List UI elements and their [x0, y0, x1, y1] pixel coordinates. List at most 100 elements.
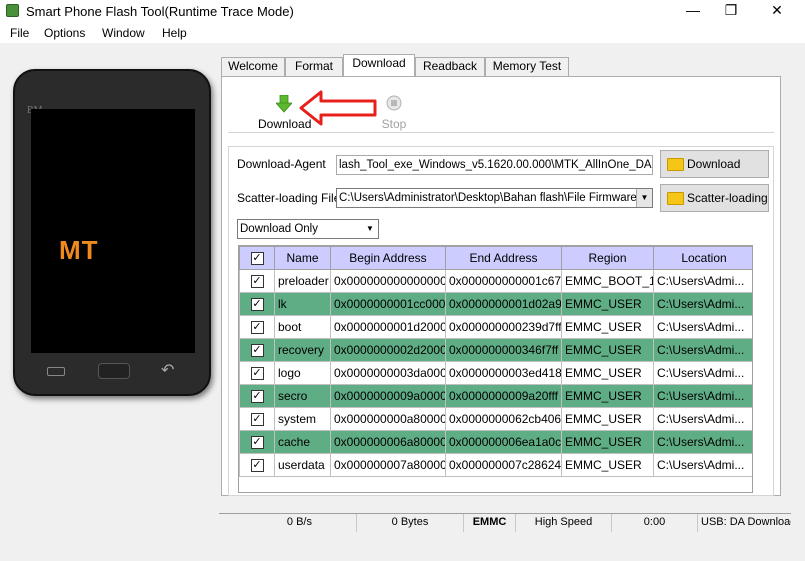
cell-location[interactable]: C:\Users\Admi...: [653, 361, 752, 385]
tab-download[interactable]: Download: [343, 54, 415, 76]
select-all-checkbox[interactable]: ✓: [239, 246, 275, 270]
cell-name: lk: [274, 292, 331, 316]
toolbar-divider: [228, 132, 774, 133]
table-row[interactable]: ✓ lk 0x0000000001cc0000 0x0000000001d02a…: [239, 292, 752, 316]
cell-end-address: 0x0000000001d02a97: [445, 292, 562, 316]
cell-end-address: 0x000000000001c67f: [445, 269, 562, 293]
table-row[interactable]: ✓ userdata 0x000000007a800000 0x00000000…: [239, 453, 752, 477]
cell-begin-address: 0x0000000009a00000: [330, 384, 446, 408]
column-header-name: Name: [274, 246, 331, 270]
phone-home-icon: [98, 363, 130, 379]
maximize-button[interactable]: ❐: [708, 0, 754, 22]
cell-name: boot: [274, 315, 331, 339]
column-header-region: Region: [561, 246, 654, 270]
table-row[interactable]: ✓ preloader 0x0000000000000000 0x0000000…: [239, 269, 752, 293]
cell-end-address: 0x0000000003ed4181: [445, 361, 562, 385]
cell-region: EMMC_USER: [561, 315, 654, 339]
cell-begin-address: 0x000000000a800000: [330, 407, 446, 431]
cell-region: EMMC_USER: [561, 384, 654, 408]
status-bar: 0 B/s 0 Bytes EMMC High Speed 0:00 USB: …: [219, 513, 791, 532]
table-row[interactable]: ✓ boot 0x0000000001d20000 0x000000000239…: [239, 315, 752, 339]
cell-location[interactable]: C:\Users\Admi...: [653, 315, 752, 339]
row-checkbox[interactable]: ✓: [239, 315, 275, 339]
row-checkbox[interactable]: ✓: [239, 384, 275, 408]
cell-name: logo: [274, 361, 331, 385]
stop-button[interactable]: Stop: [378, 93, 410, 133]
menu-file[interactable]: File: [10, 26, 29, 40]
cell-location[interactable]: C:\Users\Admi...: [653, 292, 752, 316]
checkbox-checked-icon: ✓: [250, 459, 264, 473]
download-mode-value: Download Only: [240, 223, 318, 235]
cell-location[interactable]: C:\Users\Admi...: [653, 407, 752, 431]
status-storage: EMMC: [464, 514, 516, 532]
menu-help[interactable]: Help: [162, 26, 187, 40]
folder-icon: [667, 158, 684, 171]
cell-location[interactable]: C:\Users\Admi...: [653, 430, 752, 454]
tab-memory-test[interactable]: Memory Test: [485, 57, 569, 76]
download-mode-select[interactable]: Download Only ▼: [237, 219, 379, 239]
download-agent-field[interactable]: lash_Tool_exe_Windows_v5.1620.00.000\MTK…: [336, 155, 653, 175]
cell-region: EMMC_USER: [561, 453, 654, 477]
checkbox-checked-icon: ✓: [250, 413, 264, 427]
cell-location[interactable]: C:\Users\Admi...: [653, 269, 752, 293]
status-usb-speed: High Speed: [516, 514, 612, 532]
menu-options[interactable]: Options: [44, 26, 85, 40]
phone-logo-text: MT: [59, 235, 99, 265]
scatter-loading-button[interactable]: Scatter-loading: [660, 184, 769, 212]
cell-begin-address: 0x0000000000000000: [330, 269, 446, 293]
download-arrow-icon: [276, 95, 292, 113]
cell-region: EMMC_BOOT_1: [561, 269, 654, 293]
cell-location[interactable]: C:\Users\Admi...: [653, 338, 752, 362]
status-usb-mode: USB: DA Download All: [701, 516, 791, 528]
table-row[interactable]: ✓ secro 0x0000000009a00000 0x0000000009a…: [239, 384, 752, 408]
horizontal-scrollbar[interactable]: [219, 496, 791, 513]
cell-location[interactable]: C:\Users\Admi...: [653, 453, 752, 477]
download-agent-button[interactable]: Download Agent: [660, 150, 769, 197]
phone-menu-icon: [47, 367, 65, 376]
cell-name: userdata: [274, 453, 331, 477]
cell-location[interactable]: C:\Users\Admi...: [653, 384, 752, 408]
app-icon: [6, 4, 19, 17]
status-time: 0:00: [612, 514, 698, 532]
row-checkbox[interactable]: ✓: [239, 453, 275, 477]
table-row[interactable]: ✓ cache 0x000000006a800000 0x000000006ea…: [239, 430, 752, 454]
row-checkbox[interactable]: ✓: [239, 430, 275, 454]
scatter-loading-button-label: Scatter-loading: [687, 191, 768, 205]
checkbox-checked-icon: ✓: [250, 367, 264, 381]
tab-format[interactable]: Format: [285, 57, 343, 76]
stop-icon: [386, 95, 402, 111]
cell-begin-address: 0x0000000001cc0000: [330, 292, 446, 316]
phone-screen: MT: [31, 109, 195, 353]
status-bytes: 0 Bytes: [357, 514, 464, 532]
folder-icon: [667, 192, 684, 205]
row-checkbox[interactable]: ✓: [239, 338, 275, 362]
row-checkbox[interactable]: ✓: [239, 361, 275, 385]
download-agent-label: Download-Agent: [237, 157, 326, 171]
table-row[interactable]: ✓ recovery 0x0000000002d20000 0x00000000…: [239, 338, 752, 362]
close-button[interactable]: ✕: [754, 0, 800, 22]
menu-window[interactable]: Window: [102, 26, 145, 40]
cell-name: system: [274, 407, 331, 431]
column-header-location: Location: [653, 246, 752, 270]
table-row[interactable]: ✓ logo 0x0000000003da0000 0x0000000003ed…: [239, 361, 752, 385]
cell-begin-address: 0x0000000002d20000: [330, 338, 446, 362]
cell-name: recovery: [274, 338, 331, 362]
cell-end-address: 0x000000007c28624f: [445, 453, 562, 477]
row-checkbox[interactable]: ✓: [239, 407, 275, 431]
row-checkbox[interactable]: ✓: [239, 269, 275, 293]
row-checkbox[interactable]: ✓: [239, 292, 275, 316]
column-header-begin-address: Begin Address: [330, 246, 446, 270]
title-bar: Smart Phone Flash Tool(Runtime Trace Mod…: [0, 0, 805, 22]
checkbox-checked-icon: ✓: [250, 321, 264, 335]
scatter-file-value: C:\Users\Administrator\Desktop\Bahan fla…: [339, 192, 653, 204]
cell-region: EMMC_USER: [561, 407, 654, 431]
cell-end-address: 0x000000000346f7ff: [445, 338, 562, 362]
red-arrow-annotation-icon: [299, 90, 377, 126]
scatter-file-select[interactable]: C:\Users\Administrator\Desktop\Bahan fla…: [336, 188, 653, 208]
scatter-file-label: Scatter-loading File: [237, 191, 341, 205]
tab-readback[interactable]: Readback: [415, 57, 485, 76]
table-row[interactable]: ✓ system 0x000000000a800000 0x0000000062…: [239, 407, 752, 431]
cell-name: secro: [274, 384, 331, 408]
menu-bar: File Options Window Help: [0, 22, 805, 43]
tab-welcome[interactable]: Welcome: [221, 57, 285, 76]
